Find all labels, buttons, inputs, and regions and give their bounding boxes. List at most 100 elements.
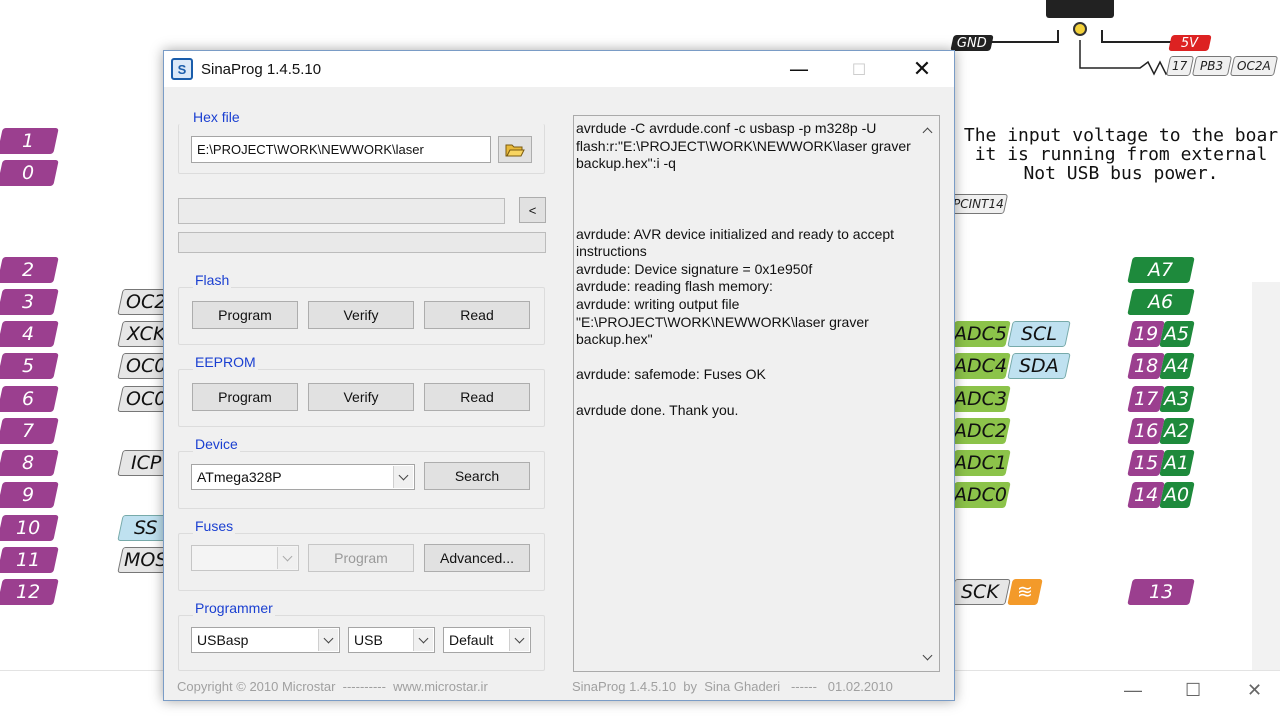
- hex-file-label: Hex file: [193, 109, 240, 125]
- chevron-down-icon[interactable]: [509, 629, 529, 651]
- pin-8: 8: [0, 450, 59, 476]
- label-scl: SCL: [1007, 321, 1071, 347]
- pin-6: 6: [0, 386, 59, 412]
- pin-a4: A4: [1159, 353, 1195, 379]
- background-side-panel: [1252, 282, 1280, 672]
- progress-bar: [178, 232, 546, 253]
- footer-copyright: Copyright © 2010 Microstar ---------- ww…: [177, 679, 488, 694]
- pin-a3: A3: [1159, 386, 1195, 412]
- fuses-program-button[interactable]: Program: [308, 544, 414, 572]
- flash-verify-button[interactable]: Verify: [308, 301, 414, 329]
- eeprom-label: EEPROM: [193, 354, 258, 370]
- app-icon: S: [171, 58, 193, 80]
- pin-7: 7: [0, 418, 59, 444]
- label-adc1: ADC1: [949, 450, 1011, 476]
- maximize-button[interactable]: ☐: [836, 51, 882, 87]
- status-bar-upper: [178, 198, 505, 224]
- programmer-label: Programmer: [193, 600, 275, 616]
- pin-12: 12: [0, 579, 59, 605]
- log-line: avrdude -C avrdude.conf -c usbasp -p m32…: [576, 120, 911, 172]
- eeprom-verify-button[interactable]: Verify: [308, 383, 414, 411]
- header-connector: [1046, 0, 1114, 18]
- scroll-down-icon[interactable]: [919, 649, 935, 665]
- label-adc4: ADC4: [949, 353, 1011, 379]
- pin-4: 4: [0, 321, 59, 347]
- label-adc5: ADC5: [949, 321, 1011, 347]
- label-adc2: ADC2: [949, 418, 1011, 444]
- pin-a0: A0: [1159, 482, 1195, 508]
- background-maximize-icon[interactable]: ☐: [1185, 680, 1201, 701]
- scroll-up-icon[interactable]: [919, 122, 935, 138]
- pin-10: 10: [0, 515, 59, 541]
- browse-folder-button[interactable]: [498, 136, 532, 163]
- log-line: avrdude: reading flash memory:: [576, 278, 773, 295]
- footer-version: SinaProg 1.4.5.10 by Sina Ghaderi ------…: [572, 679, 893, 694]
- label-sda: SDA: [1007, 353, 1071, 379]
- flash-read-button[interactable]: Read: [424, 301, 530, 329]
- background-close-icon[interactable]: ✕: [1247, 680, 1262, 701]
- title-bar[interactable]: S SinaProg 1.4.5.10 — ☐ ✕: [164, 51, 954, 87]
- log-line: avrdude: AVR device initialized and read…: [576, 225, 895, 260]
- label-adc3: ADC3: [949, 386, 1011, 412]
- folder-open-icon: [505, 144, 525, 156]
- pin-3: 3: [0, 289, 59, 315]
- power-note: The input voltage to the boar it is runn…: [963, 125, 1279, 184]
- fuses-label: Fuses: [193, 518, 236, 534]
- chevron-down-icon[interactable]: [413, 629, 433, 651]
- fuses-select[interactable]: [191, 545, 299, 571]
- chevron-down-icon[interactable]: [277, 547, 297, 569]
- pcint-tag: PCINT14: [947, 194, 1009, 214]
- device-search-button[interactable]: Search: [424, 462, 530, 490]
- port-select[interactable]: USB: [348, 627, 435, 653]
- hex-file-input[interactable]: E:\PROJECT\WORK\NEWWORK\laser: [191, 136, 491, 163]
- pin-1: 1: [0, 128, 59, 154]
- pin-a1: A1: [1159, 450, 1195, 476]
- sck-clock-icon: ≋: [1007, 579, 1043, 605]
- pin-13: 13: [1127, 579, 1195, 605]
- output-log[interactable]: avrdude -C avrdude.conf -c usbasp -p m32…: [573, 115, 940, 672]
- label-sck: SCK: [949, 579, 1011, 605]
- port-select-value: USB: [354, 632, 383, 648]
- pin-0: 0: [0, 160, 59, 186]
- fuses-advanced-button[interactable]: Advanced...: [424, 544, 530, 572]
- background-minimize-icon[interactable]: —: [1124, 680, 1142, 701]
- programmer-select[interactable]: USBasp: [191, 627, 340, 653]
- log-line: avrdude: writing output file "E:\PROJECT…: [576, 295, 869, 348]
- minimize-button[interactable]: —: [776, 51, 822, 87]
- device-label: Device: [193, 436, 240, 452]
- log-text: avrdude -C avrdude.conf -c usbasp -p m32…: [576, 120, 911, 419]
- eeprom-program-button[interactable]: Program: [192, 383, 298, 411]
- log-line: avrdude done. Thank you.: [576, 401, 739, 418]
- top-oc2a: OC2A: [1229, 56, 1279, 76]
- pin-9: 9: [0, 482, 59, 508]
- gnd-tag: GND: [950, 35, 994, 51]
- top-pb3: PB3: [1191, 56, 1233, 76]
- speed-select-value: Default: [449, 632, 494, 648]
- chevron-down-icon[interactable]: [393, 466, 413, 488]
- eeprom-read-button[interactable]: Read: [424, 383, 530, 411]
- close-button[interactable]: ✕: [899, 51, 945, 87]
- device-select[interactable]: ATmega328P: [191, 464, 415, 490]
- top-pin-17: 17: [1165, 56, 1195, 76]
- speed-select[interactable]: Default: [443, 627, 531, 653]
- chevron-down-icon[interactable]: [318, 629, 338, 651]
- pin-5: 5: [0, 353, 59, 379]
- pin-2: 2: [0, 257, 59, 283]
- 5v-tag: 5V: [1168, 35, 1212, 51]
- device-select-value: ATmega328P: [197, 469, 282, 485]
- pin-a5: A5: [1159, 321, 1195, 347]
- window-title: SinaProg 1.4.5.10: [201, 60, 322, 78]
- pin-a7: A7: [1127, 257, 1195, 283]
- log-line: avrdude: safemode: Fuses OK: [576, 366, 766, 383]
- programmer-select-value: USBasp: [197, 632, 249, 648]
- label-adc0: ADC0: [949, 482, 1011, 508]
- pin-a6: A6: [1127, 289, 1195, 315]
- collapse-log-button[interactable]: <: [519, 197, 546, 223]
- flash-label: Flash: [193, 272, 232, 288]
- flash-program-button[interactable]: Program: [192, 301, 298, 329]
- pin-a2: A2: [1159, 418, 1195, 444]
